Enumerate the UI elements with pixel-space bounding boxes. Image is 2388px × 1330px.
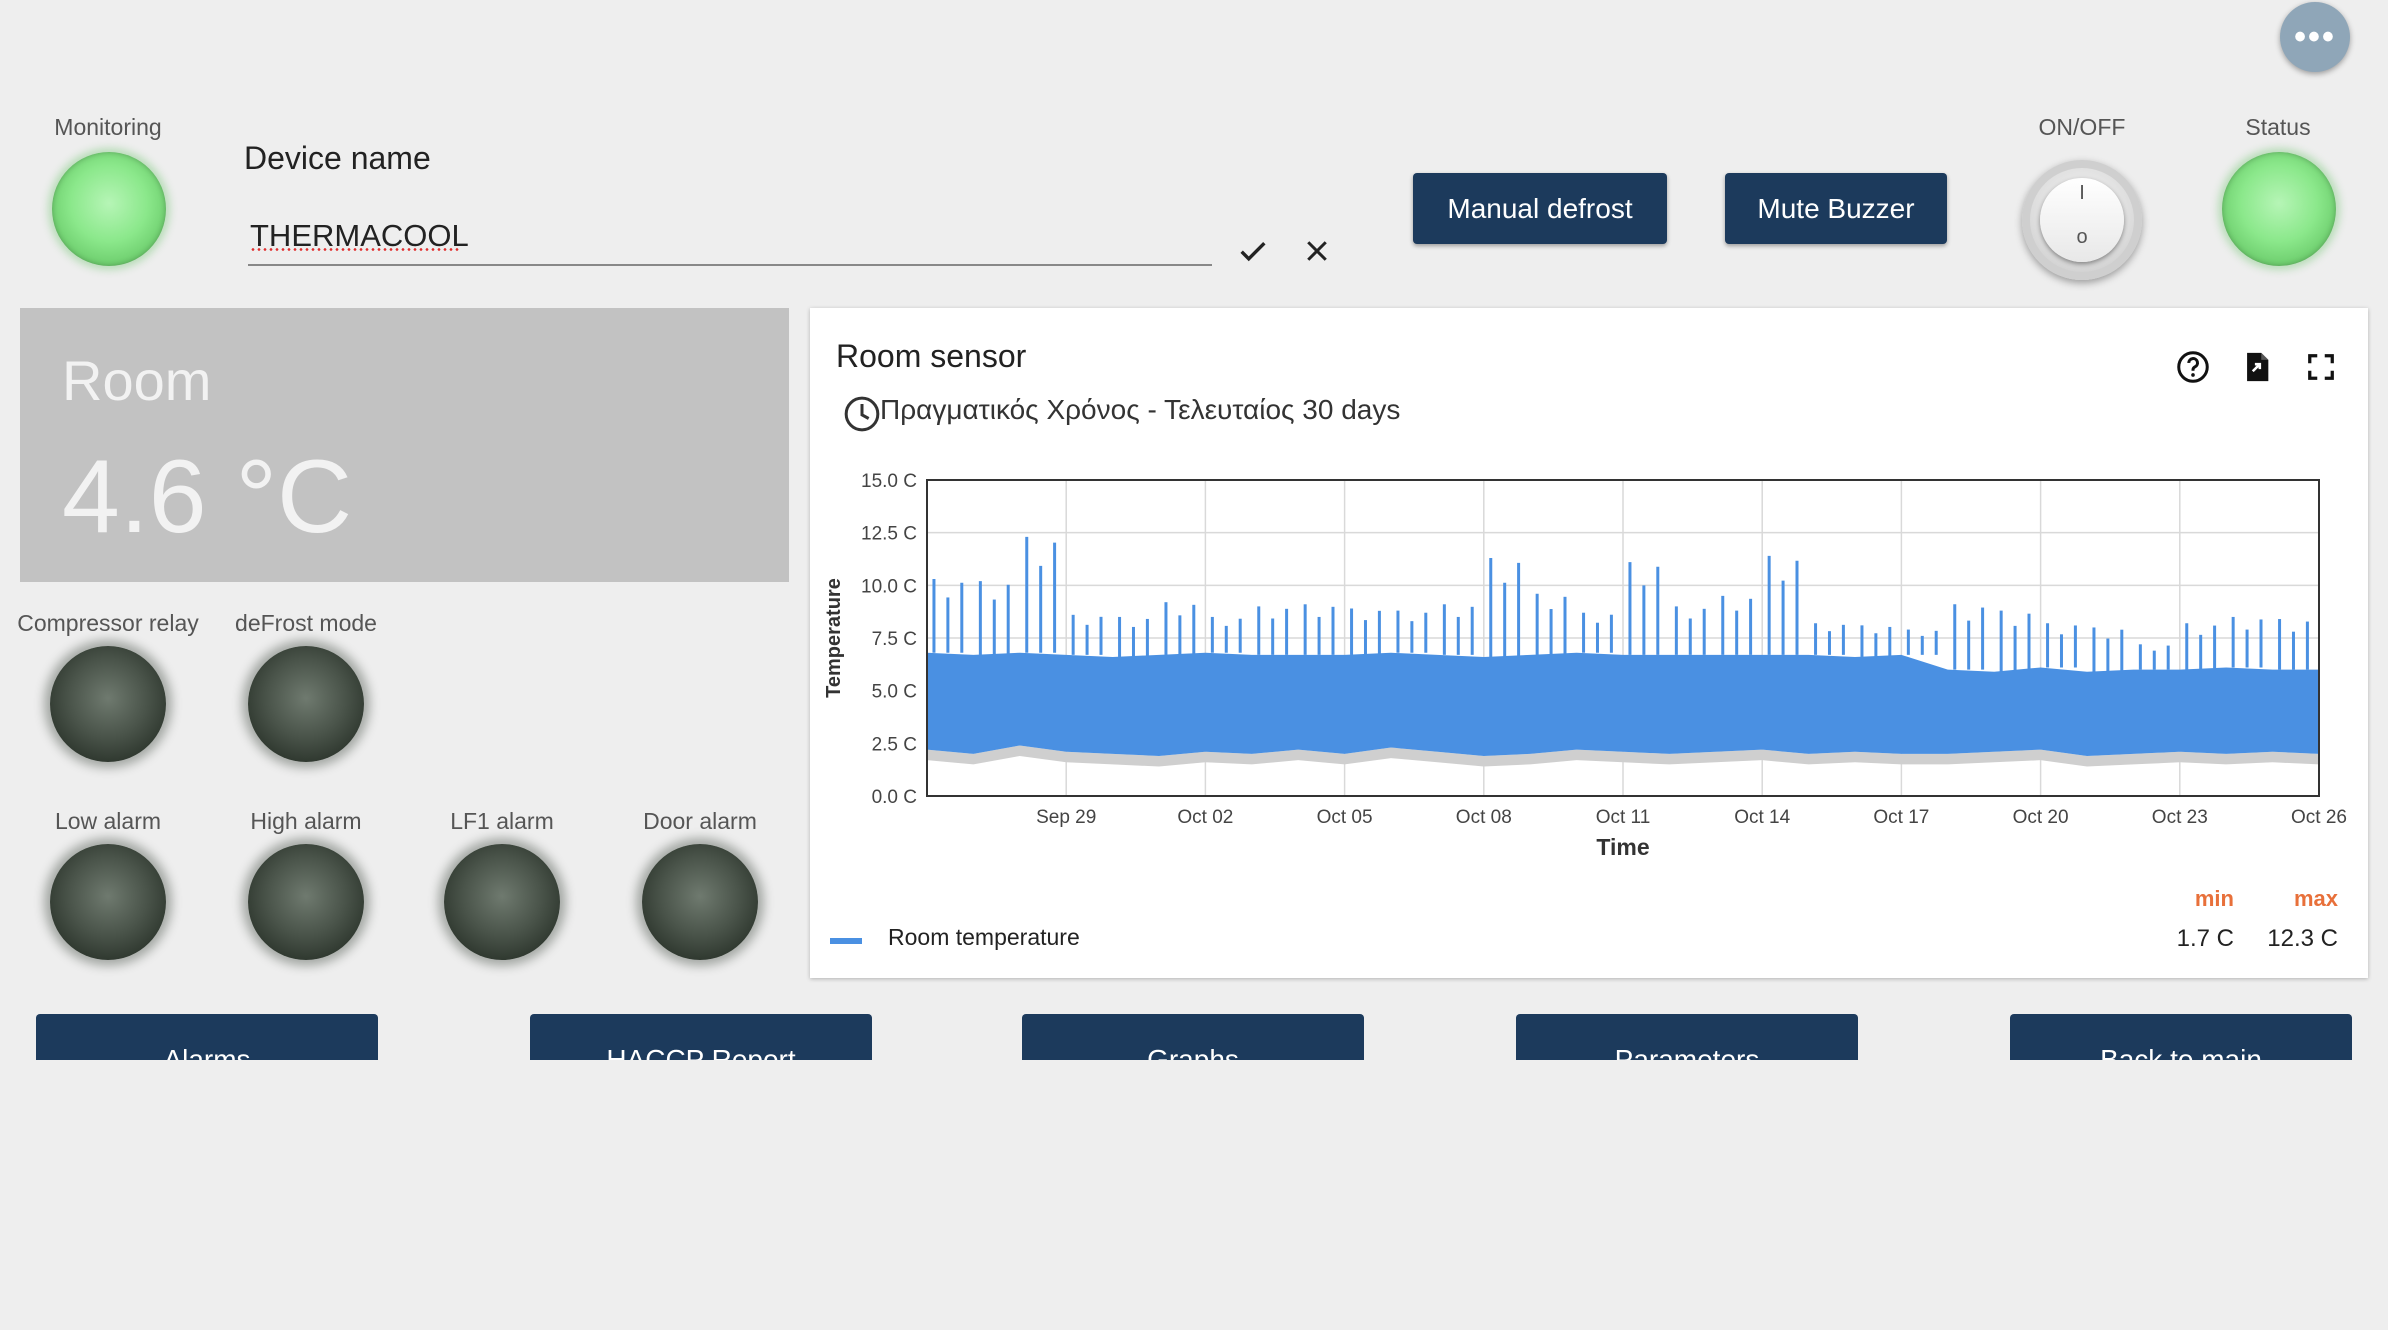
close-icon bbox=[1307, 241, 1327, 261]
x-tick-label: Sep 29 bbox=[1036, 807, 1096, 828]
room-title: Room bbox=[62, 349, 212, 412]
room-temperature-value: 4.6 °C bbox=[62, 439, 353, 555]
device-name-label: Device name bbox=[244, 140, 431, 176]
x-tick-label: Oct 05 bbox=[1317, 807, 1373, 828]
defrost-mode-indicator bbox=[248, 646, 364, 762]
x-tick-label: Oct 17 bbox=[1873, 807, 1929, 828]
power-label: ON/OFF bbox=[2038, 114, 2126, 140]
status-label: Status bbox=[2245, 114, 2311, 140]
high-alarm-label: High alarm bbox=[250, 808, 362, 834]
y-tick-label: 7.5 C bbox=[872, 629, 917, 650]
manual-defrost-button[interactable]: Manual defrost bbox=[1413, 173, 1667, 244]
haccp-report-button[interactable]: HACCP Report bbox=[530, 1014, 872, 1060]
y-tick-label: 10.0 C bbox=[861, 576, 917, 597]
x-tick-label: Oct 26 bbox=[2291, 807, 2347, 828]
y-tick-label: 2.5 C bbox=[872, 734, 917, 755]
back-to-main-button-label: Back to main bbox=[2100, 1044, 2262, 1060]
temperature-band bbox=[927, 652, 2319, 756]
status-indicator bbox=[2222, 152, 2336, 266]
y-tick-label: 5.0 C bbox=[872, 682, 917, 703]
more-options-button[interactable]: ••• bbox=[2280, 2, 2350, 72]
lf1-alarm-label: LF1 alarm bbox=[450, 808, 554, 834]
low-alarm-label: Low alarm bbox=[54, 808, 162, 834]
x-tick-label: Oct 02 bbox=[1177, 807, 1233, 828]
door-alarm-label: Door alarm bbox=[643, 808, 757, 834]
y-axis-label: Temperature bbox=[823, 578, 845, 698]
legend-label[interactable]: Room temperature bbox=[888, 924, 1080, 951]
back-to-main-button[interactable]: Back to main bbox=[2010, 1014, 2352, 1060]
cancel-button[interactable] bbox=[1294, 228, 1340, 274]
x-tick-label: Oct 14 bbox=[1734, 807, 1790, 828]
lf1-alarm-indicator bbox=[444, 844, 560, 960]
power-switch[interactable]: I o bbox=[2022, 160, 2142, 280]
defrost-mode-label: deFrost mode bbox=[235, 610, 377, 636]
max-value: 12.3 C bbox=[2267, 925, 2338, 952]
graphs-button[interactable]: Graphs bbox=[1022, 1014, 1364, 1060]
graphs-button-label: Graphs bbox=[1147, 1044, 1239, 1060]
power-off-mark: o bbox=[2076, 226, 2088, 248]
parameters-button-label: Parameters bbox=[1614, 1044, 1760, 1060]
legend-swatch bbox=[830, 938, 862, 944]
device-name-input[interactable] bbox=[248, 208, 1212, 266]
x-tick-label: Oct 20 bbox=[2013, 807, 2069, 828]
low-alarm-indicator bbox=[50, 844, 166, 960]
alarms-button-label: Alarms bbox=[163, 1044, 251, 1060]
door-alarm-indicator bbox=[642, 844, 758, 960]
room-sensor-chart-card: Room sensor Πραγματικός Χρόνος - Τελευτα… bbox=[810, 308, 2368, 978]
confirm-button[interactable] bbox=[1230, 228, 1276, 274]
min-label: min bbox=[2194, 886, 2234, 911]
x-tick-label: Oct 23 bbox=[2152, 807, 2208, 828]
room-temperature-card: Room 4.6 °C bbox=[20, 308, 789, 582]
compressor-relay-indicator bbox=[50, 646, 166, 762]
y-tick-label: 12.5 C bbox=[861, 524, 917, 545]
x-axis-label: Time bbox=[1596, 834, 1649, 860]
haccp-report-button-label: HACCP Report bbox=[606, 1044, 796, 1060]
high-alarm-indicator bbox=[248, 844, 364, 960]
alarms-button[interactable]: Alarms bbox=[36, 1014, 378, 1060]
y-tick-label: 15.0 C bbox=[861, 471, 917, 492]
x-tick-label: Oct 08 bbox=[1456, 807, 1512, 828]
check-icon bbox=[1240, 242, 1266, 262]
y-tick-label: 0.0 C bbox=[872, 787, 917, 808]
monitoring-indicator bbox=[52, 152, 166, 266]
min-value: 1.7 C bbox=[2176, 925, 2234, 952]
spellcheck-underline bbox=[250, 248, 460, 251]
power-on-mark: I bbox=[2079, 182, 2085, 204]
x-tick-label: Oct 11 bbox=[1596, 807, 1651, 828]
parameters-button[interactable]: Parameters bbox=[1516, 1014, 1858, 1060]
compressor-relay-label: Compressor relay bbox=[17, 610, 199, 636]
temperature-chart: 0.0 C 2.5 C 5.0 C 7.5 C 10.0 C 12.5 C 15.0 C S… bbox=[823, 471, 2347, 860]
monitoring-label: Monitoring bbox=[54, 114, 162, 140]
max-label: max bbox=[2293, 886, 2338, 911]
mute-buzzer-button[interactable]: Mute Buzzer bbox=[1725, 173, 1947, 244]
